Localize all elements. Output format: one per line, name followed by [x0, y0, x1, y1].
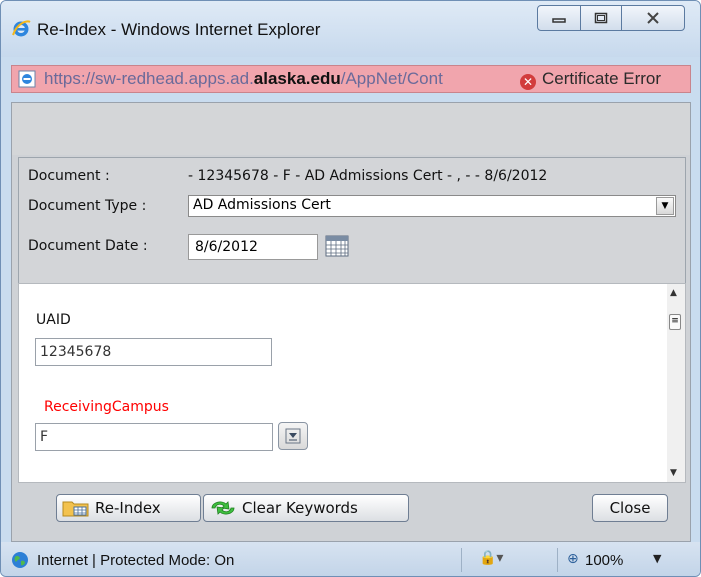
- certificate-error-icon: ✕: [520, 74, 536, 90]
- certificate-error-label: Certificate Error: [542, 69, 662, 88]
- minimize-icon: [552, 18, 566, 23]
- title-bar: Re-Index - Windows Internet Explorer: [1, 1, 700, 57]
- filter-dropdown-icon: [285, 428, 301, 444]
- keywords-panel: UAID 12345678 ReceivingCampus F ▲ ≡ ▼: [18, 283, 686, 483]
- uaid-input[interactable]: 12345678: [35, 338, 272, 366]
- document-date-input[interactable]: 8/6/2012: [188, 234, 318, 260]
- reindex-label: Re-Index: [95, 499, 161, 517]
- close-button[interactable]: Close: [592, 494, 668, 522]
- document-value: - 12345678 - F - AD Admissions Cert - , …: [188, 168, 548, 184]
- status-separator: [557, 548, 558, 572]
- url-domain: alaska.edu: [253, 69, 341, 88]
- document-type-value: AD Admissions Cert: [193, 197, 331, 213]
- address-bar[interactable]: https://sw-redhead.apps.ad.alaska.edu/Ap…: [11, 65, 691, 93]
- internet-explorer-icon: [12, 20, 31, 37]
- page-icon: [18, 70, 36, 88]
- scroll-down-icon[interactable]: ▼: [670, 468, 677, 478]
- maximize-icon: [594, 12, 608, 24]
- scroll-thumb[interactable]: ≡: [669, 314, 681, 330]
- calendar-icon[interactable]: [324, 233, 350, 259]
- url-path: /AppNet/Cont: [340, 69, 443, 88]
- status-separator: [461, 548, 462, 572]
- globe-icon: [12, 552, 28, 568]
- minimize-button[interactable]: [537, 5, 581, 31]
- campus-dropdown-button[interactable]: [278, 422, 308, 450]
- protected-mode-icon[interactable]: 🔒▾: [479, 550, 503, 566]
- header-strip: [12, 103, 690, 155]
- maximize-button[interactable]: [580, 5, 622, 31]
- close-icon: [647, 12, 659, 24]
- receiving-campus-label: ReceivingCampus: [44, 399, 169, 415]
- document-label: Document :: [28, 168, 110, 184]
- window-title: Re-Index - Windows Internet Explorer: [37, 20, 321, 39]
- refresh-arrows-icon: [211, 501, 235, 515]
- ie-window: Re-Index - Windows Internet Explorer htt…: [0, 0, 701, 577]
- zoom-level[interactable]: 100%: [585, 552, 623, 569]
- url-prefix: https://sw-redhead.apps.ad.: [44, 69, 254, 88]
- receiving-campus-input[interactable]: F: [35, 423, 273, 451]
- reindex-button[interactable]: Re-Index: [56, 494, 201, 522]
- uaid-label: UAID: [36, 312, 71, 328]
- status-bar: Internet | Protected Mode: On 🔒▾ ⊕ 100% …: [1, 542, 700, 576]
- zoom-icon[interactable]: ⊕: [567, 551, 579, 567]
- vertical-scrollbar[interactable]: ▲ ≡ ▼: [667, 284, 685, 482]
- close-label: Close: [609, 499, 651, 517]
- certificate-error[interactable]: ✕ Certificate Error: [520, 69, 661, 90]
- window-controls: [537, 5, 687, 33]
- folder-table-icon: [62, 501, 89, 517]
- zoom-chevron-down-icon[interactable]: ▼: [653, 552, 661, 565]
- address-url: https://sw-redhead.apps.ad.alaska.edu/Ap…: [44, 69, 443, 89]
- document-type-label: Document Type :: [28, 198, 147, 214]
- document-date-label: Document Date :: [28, 238, 148, 254]
- scroll-up-icon[interactable]: ▲: [670, 288, 677, 298]
- document-type-select[interactable]: AD Admissions Cert ▼: [188, 195, 676, 217]
- page-content: Document : - 12345678 - F - AD Admission…: [11, 102, 691, 542]
- status-text: Internet | Protected Mode: On: [37, 552, 235, 569]
- clear-keywords-label: Clear Keywords: [242, 499, 358, 517]
- chevron-down-icon[interactable]: ▼: [656, 197, 674, 215]
- close-window-button[interactable]: [621, 5, 685, 31]
- clear-keywords-button[interactable]: Clear Keywords: [203, 494, 409, 522]
